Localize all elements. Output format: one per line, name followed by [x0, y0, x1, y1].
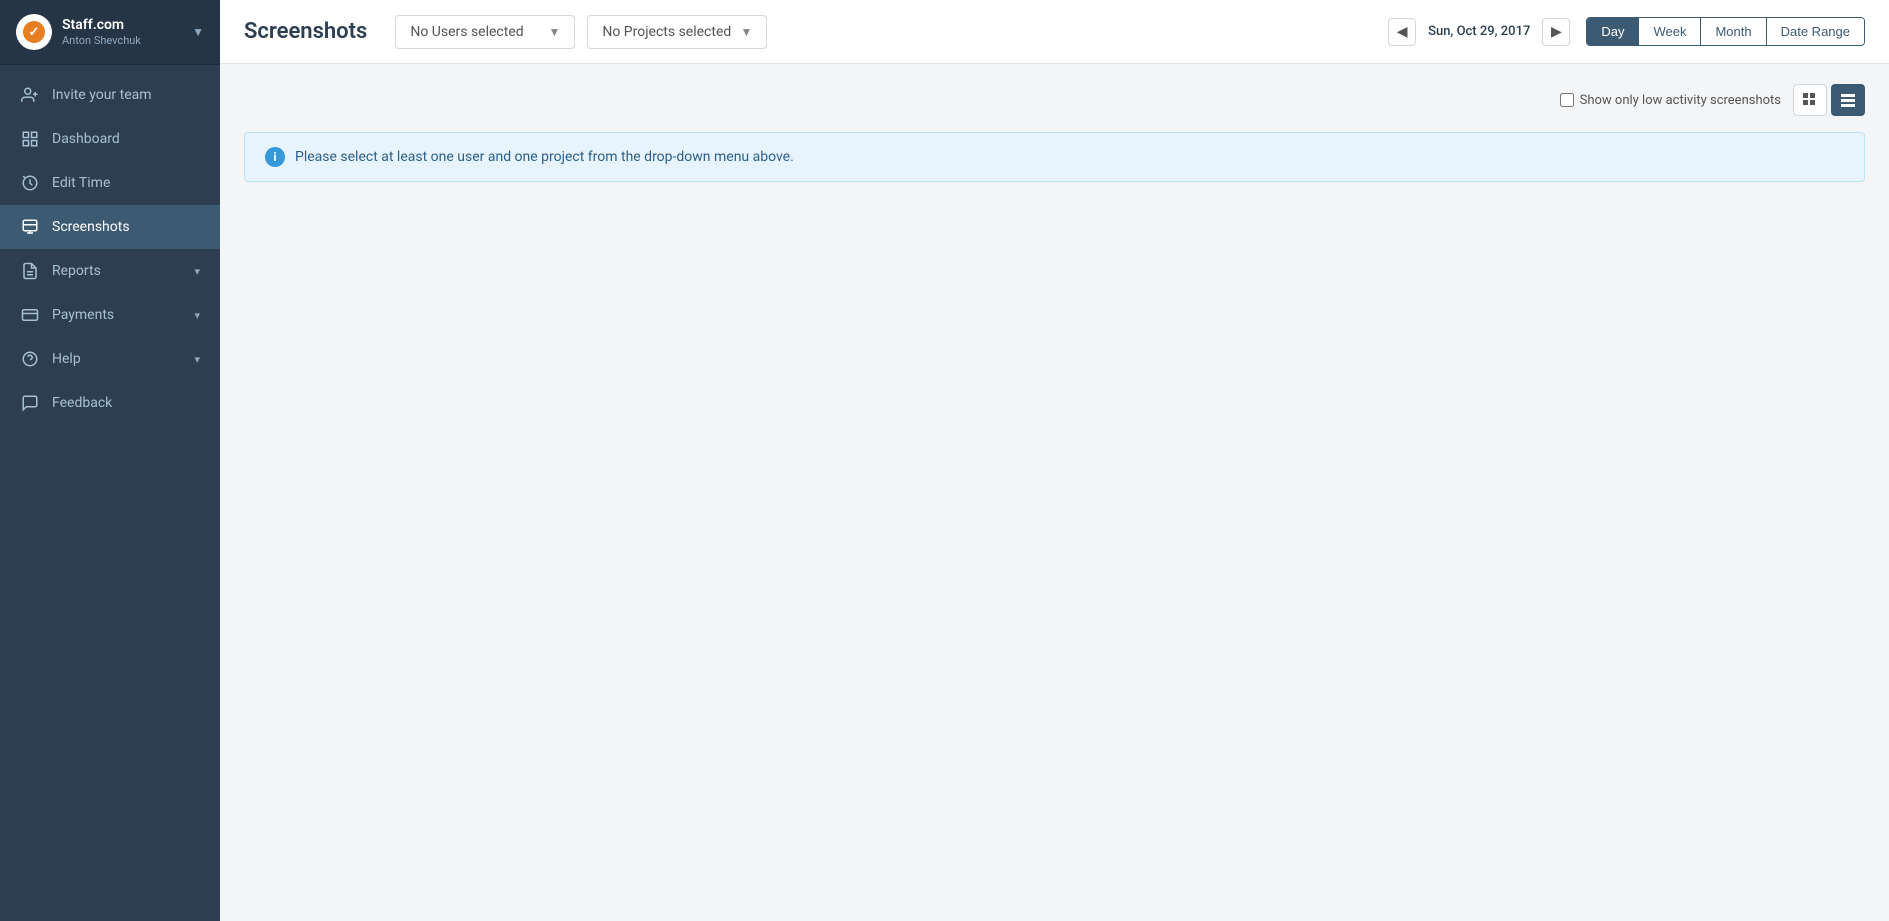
- tab-day[interactable]: Day: [1587, 18, 1639, 45]
- next-date-button[interactable]: ▶: [1542, 18, 1570, 46]
- sidebar-item-dashboard[interactable]: Dashboard: [0, 117, 220, 161]
- projects-dropdown-label: No Projects selected: [602, 24, 731, 40]
- brand-info: Staff.com Anton Shevchuk: [62, 17, 192, 47]
- tab-month[interactable]: Month: [1701, 18, 1766, 45]
- sidebar-item-label: Help: [52, 351, 81, 367]
- sidebar-item-payments[interactable]: Payments ▾: [0, 293, 220, 337]
- chevron-right-icon: ▾: [194, 265, 200, 278]
- current-date: Sun, Oct 29, 2017: [1422, 24, 1536, 39]
- logo-check: ✓: [23, 21, 45, 43]
- brand-user: Anton Shevchuk: [62, 34, 192, 47]
- date-navigation: ◀ Sun, Oct 29, 2017 ▶: [1388, 18, 1570, 46]
- sidebar-header[interactable]: ✓ Staff.com Anton Shevchuk ▼: [0, 0, 220, 65]
- sidebar-item-label: Dashboard: [52, 131, 120, 147]
- chevron-down-icon: ▼: [548, 25, 560, 39]
- projects-dropdown[interactable]: No Projects selected ▼: [587, 15, 767, 49]
- prev-date-button[interactable]: ◀: [1388, 18, 1416, 46]
- users-dropdown-label: No Users selected: [410, 24, 523, 40]
- sidebar-nav: Invite your team Dashboard: [0, 65, 220, 921]
- list-view-button[interactable]: [1831, 84, 1865, 116]
- brand-name: Staff.com: [62, 17, 192, 34]
- sidebar-item-feedback[interactable]: Feedback: [0, 381, 220, 425]
- chevron-right-icon: ▾: [194, 309, 200, 322]
- sidebar-item-label: Edit Time: [52, 175, 110, 191]
- screenshots-icon: [20, 217, 40, 237]
- sidebar-item-screenshots[interactable]: Screenshots: [0, 205, 220, 249]
- topbar: Screenshots No Users selected ▼ No Proje…: [220, 0, 1889, 64]
- info-message: Please select at least one user and one …: [295, 149, 794, 165]
- low-activity-text: Show only low activity screenshots: [1580, 93, 1781, 108]
- low-activity-checkbox[interactable]: [1560, 93, 1574, 107]
- content-toolbar: Show only low activity screenshots: [244, 84, 1865, 116]
- users-dropdown[interactable]: No Users selected ▼: [395, 15, 575, 49]
- feedback-icon: [20, 393, 40, 413]
- tab-week[interactable]: Week: [1639, 18, 1701, 45]
- chevron-down-icon: ▼: [740, 25, 752, 39]
- sidebar-item-help[interactable]: Help ▾: [0, 337, 220, 381]
- dashboard-icon: [20, 129, 40, 149]
- sidebar-item-label: Payments: [52, 307, 114, 323]
- reports-icon: [20, 261, 40, 281]
- info-icon: i: [265, 147, 285, 167]
- chevron-right-icon: ▾: [194, 353, 200, 366]
- sidebar-item-invite-team[interactable]: Invite your team: [0, 73, 220, 117]
- tab-date-range[interactable]: Date Range: [1767, 18, 1864, 45]
- brand-logo: ✓: [16, 14, 52, 50]
- view-mode-buttons: [1793, 84, 1865, 116]
- sidebar-item-label: Invite your team: [52, 87, 152, 103]
- edit-time-icon: [20, 173, 40, 193]
- help-icon: [20, 349, 40, 369]
- payments-icon: [20, 305, 40, 325]
- main-content: Screenshots No Users selected ▼ No Proje…: [220, 0, 1889, 921]
- content-area: Show only low activity screenshots: [220, 64, 1889, 921]
- sidebar-item-reports[interactable]: Reports ▾: [0, 249, 220, 293]
- page-title: Screenshots: [244, 19, 367, 44]
- sidebar-item-edit-time[interactable]: Edit Time: [0, 161, 220, 205]
- sidebar-item-label: Feedback: [52, 395, 112, 411]
- low-activity-toggle[interactable]: Show only low activity screenshots: [1560, 93, 1781, 108]
- sidebar-item-label: Reports: [52, 263, 101, 279]
- invite-icon: [20, 85, 40, 105]
- sidebar: ✓ Staff.com Anton Shevchuk ▼ Invite your…: [0, 0, 220, 921]
- chevron-down-icon: ▼: [192, 25, 204, 39]
- grid-view-button[interactable]: [1793, 84, 1827, 116]
- sidebar-item-label: Screenshots: [52, 219, 130, 235]
- view-tabs: Day Week Month Date Range: [1586, 17, 1865, 46]
- info-banner: i Please select at least one user and on…: [244, 132, 1865, 182]
